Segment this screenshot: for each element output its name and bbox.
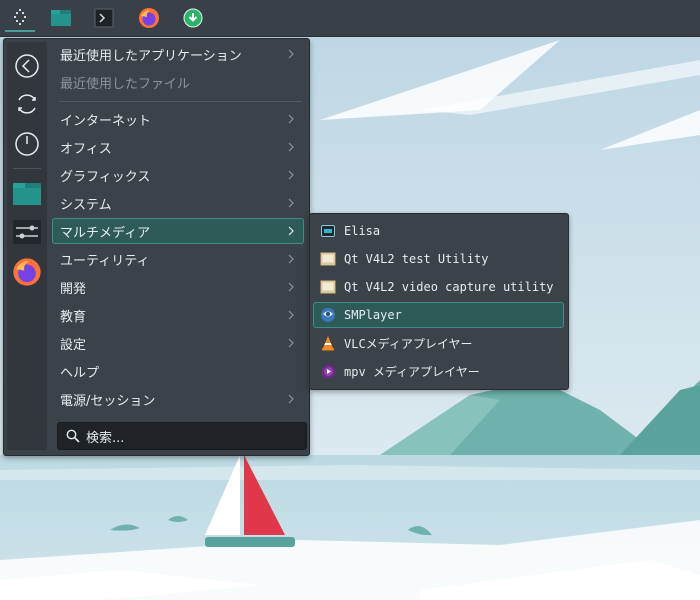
multimedia-submenu: Elisa Qt V4L2 test Utility Qt V4L2 video… — [309, 213, 569, 390]
menu-item-label: グラフィックス — [60, 169, 151, 185]
menu-item-utilities[interactable]: ユーティリティ — [52, 246, 304, 272]
menu-item-development[interactable]: 開発 — [52, 274, 304, 300]
submenu-item-mpv[interactable]: mpv メディアプレイヤー — [313, 358, 564, 384]
menu-item-settings[interactable]: 設定 — [52, 330, 304, 356]
menu-item-system[interactable]: システム — [52, 190, 304, 216]
vlc-icon — [320, 335, 336, 351]
submenu-item-vlc[interactable]: VLCメディアプレイヤー — [313, 330, 564, 356]
submenu-item-label: Qt V4L2 test Utility — [344, 252, 489, 266]
menu-item-label: 開発 — [60, 281, 87, 297]
chevron-right-icon — [288, 394, 294, 404]
chevron-right-icon — [288, 170, 294, 180]
launcher-icon — [14, 9, 26, 25]
menu-item-label: インターネット — [60, 113, 152, 129]
menu-item-power-session[interactable]: 電源/セッション — [52, 386, 304, 412]
terminal-button[interactable] — [89, 4, 119, 32]
submenu-item-elisa[interactable]: Elisa — [313, 218, 564, 244]
taskbar — [0, 0, 700, 37]
application-menu: 最近使用したアプリケーション 最近使用したファイル インターネット オフィス グ… — [3, 38, 310, 456]
menu-item-office[interactable]: オフィス — [52, 134, 304, 160]
search-icon — [66, 429, 80, 443]
chevron-right-icon — [288, 198, 294, 208]
power-button[interactable] — [11, 128, 43, 160]
smplayer-icon — [320, 307, 336, 323]
file-manager-button[interactable] — [46, 4, 76, 32]
file-manager-icon — [51, 10, 71, 26]
submenu-item-label: Qt V4L2 video capture utility — [344, 280, 554, 294]
folder-icon — [13, 183, 41, 205]
chevron-right-icon — [288, 254, 294, 264]
menu-item-label: 設定 — [60, 337, 87, 353]
qv4l2-icon — [320, 251, 336, 267]
side-rail — [7, 42, 47, 450]
rail-divider — [13, 168, 41, 169]
rail-firefox-button[interactable] — [11, 256, 43, 288]
firefox-icon — [139, 8, 159, 28]
menu-item-education[interactable]: 教育 — [52, 302, 304, 328]
menu-item-label: オフィス — [60, 141, 112, 157]
submenu-item-label: VLCメディアプレイヤー — [344, 336, 473, 351]
application-launcher-button[interactable] — [5, 4, 35, 32]
search-input[interactable]: 検索... — [57, 422, 307, 450]
chevron-right-icon — [288, 310, 294, 320]
menu-item-label: マルチメディア — [60, 225, 151, 241]
submenu-item-qv4l2[interactable]: Qt V4L2 test Utility — [313, 246, 564, 272]
submenu-item-label: SMPlayer — [344, 308, 402, 322]
menu-item-label: 電源/セッション — [60, 393, 156, 409]
submenu-item-qvidcap[interactable]: Qt V4L2 video capture utility — [313, 274, 564, 300]
terminal-icon — [94, 8, 114, 28]
firefox-icon — [13, 258, 41, 286]
rail-settings-button[interactable] — [11, 216, 43, 248]
qvidcap-icon — [320, 279, 336, 295]
menu-item-label: ヘルプ — [60, 365, 100, 381]
menu-item-internet[interactable]: インターネット — [52, 106, 304, 132]
elisa-icon — [320, 223, 336, 239]
menu-item-label: 最近使用したファイル — [60, 76, 191, 92]
menu-item-label: 最近使用したアプリケーション — [60, 48, 242, 64]
settings-icon — [13, 220, 41, 244]
menu-item-graphics[interactable]: グラフィックス — [52, 162, 304, 188]
back-icon — [15, 54, 39, 78]
update-notifier-button[interactable] — [178, 4, 208, 32]
firefox-button[interactable] — [134, 4, 164, 32]
chevron-right-icon — [288, 282, 294, 292]
menu-item-multimedia[interactable]: マルチメディア — [52, 218, 304, 244]
chevron-right-icon — [288, 226, 294, 236]
refresh-icon — [18, 94, 36, 114]
menu-item-label: 教育 — [60, 309, 87, 325]
menu-divider — [59, 101, 302, 102]
menu-item-label: システム — [60, 197, 112, 213]
update-icon — [183, 8, 203, 28]
chevron-right-icon — [288, 142, 294, 152]
menu-item-recent-files: 最近使用したファイル — [52, 69, 304, 95]
menu-item-help[interactable]: ヘルプ — [52, 358, 304, 384]
submenu-item-label: mpv メディアプレイヤー — [344, 364, 480, 379]
menu-item-recent-apps[interactable]: 最近使用したアプリケーション — [52, 41, 304, 67]
menu-item-label: ユーティリティ — [60, 253, 150, 269]
power-icon — [15, 132, 39, 156]
rail-folder-button[interactable] — [11, 178, 43, 210]
chevron-right-icon — [288, 49, 294, 59]
mpv-icon — [320, 363, 336, 379]
refresh-button[interactable] — [11, 88, 43, 120]
submenu-item-label: Elisa — [344, 224, 381, 238]
back-button[interactable] — [11, 50, 43, 82]
submenu-item-smplayer[interactable]: SMPlayer — [313, 302, 564, 328]
chevron-right-icon — [288, 114, 294, 124]
search-placeholder: 検索... — [86, 430, 125, 446]
chevron-right-icon — [288, 338, 294, 348]
